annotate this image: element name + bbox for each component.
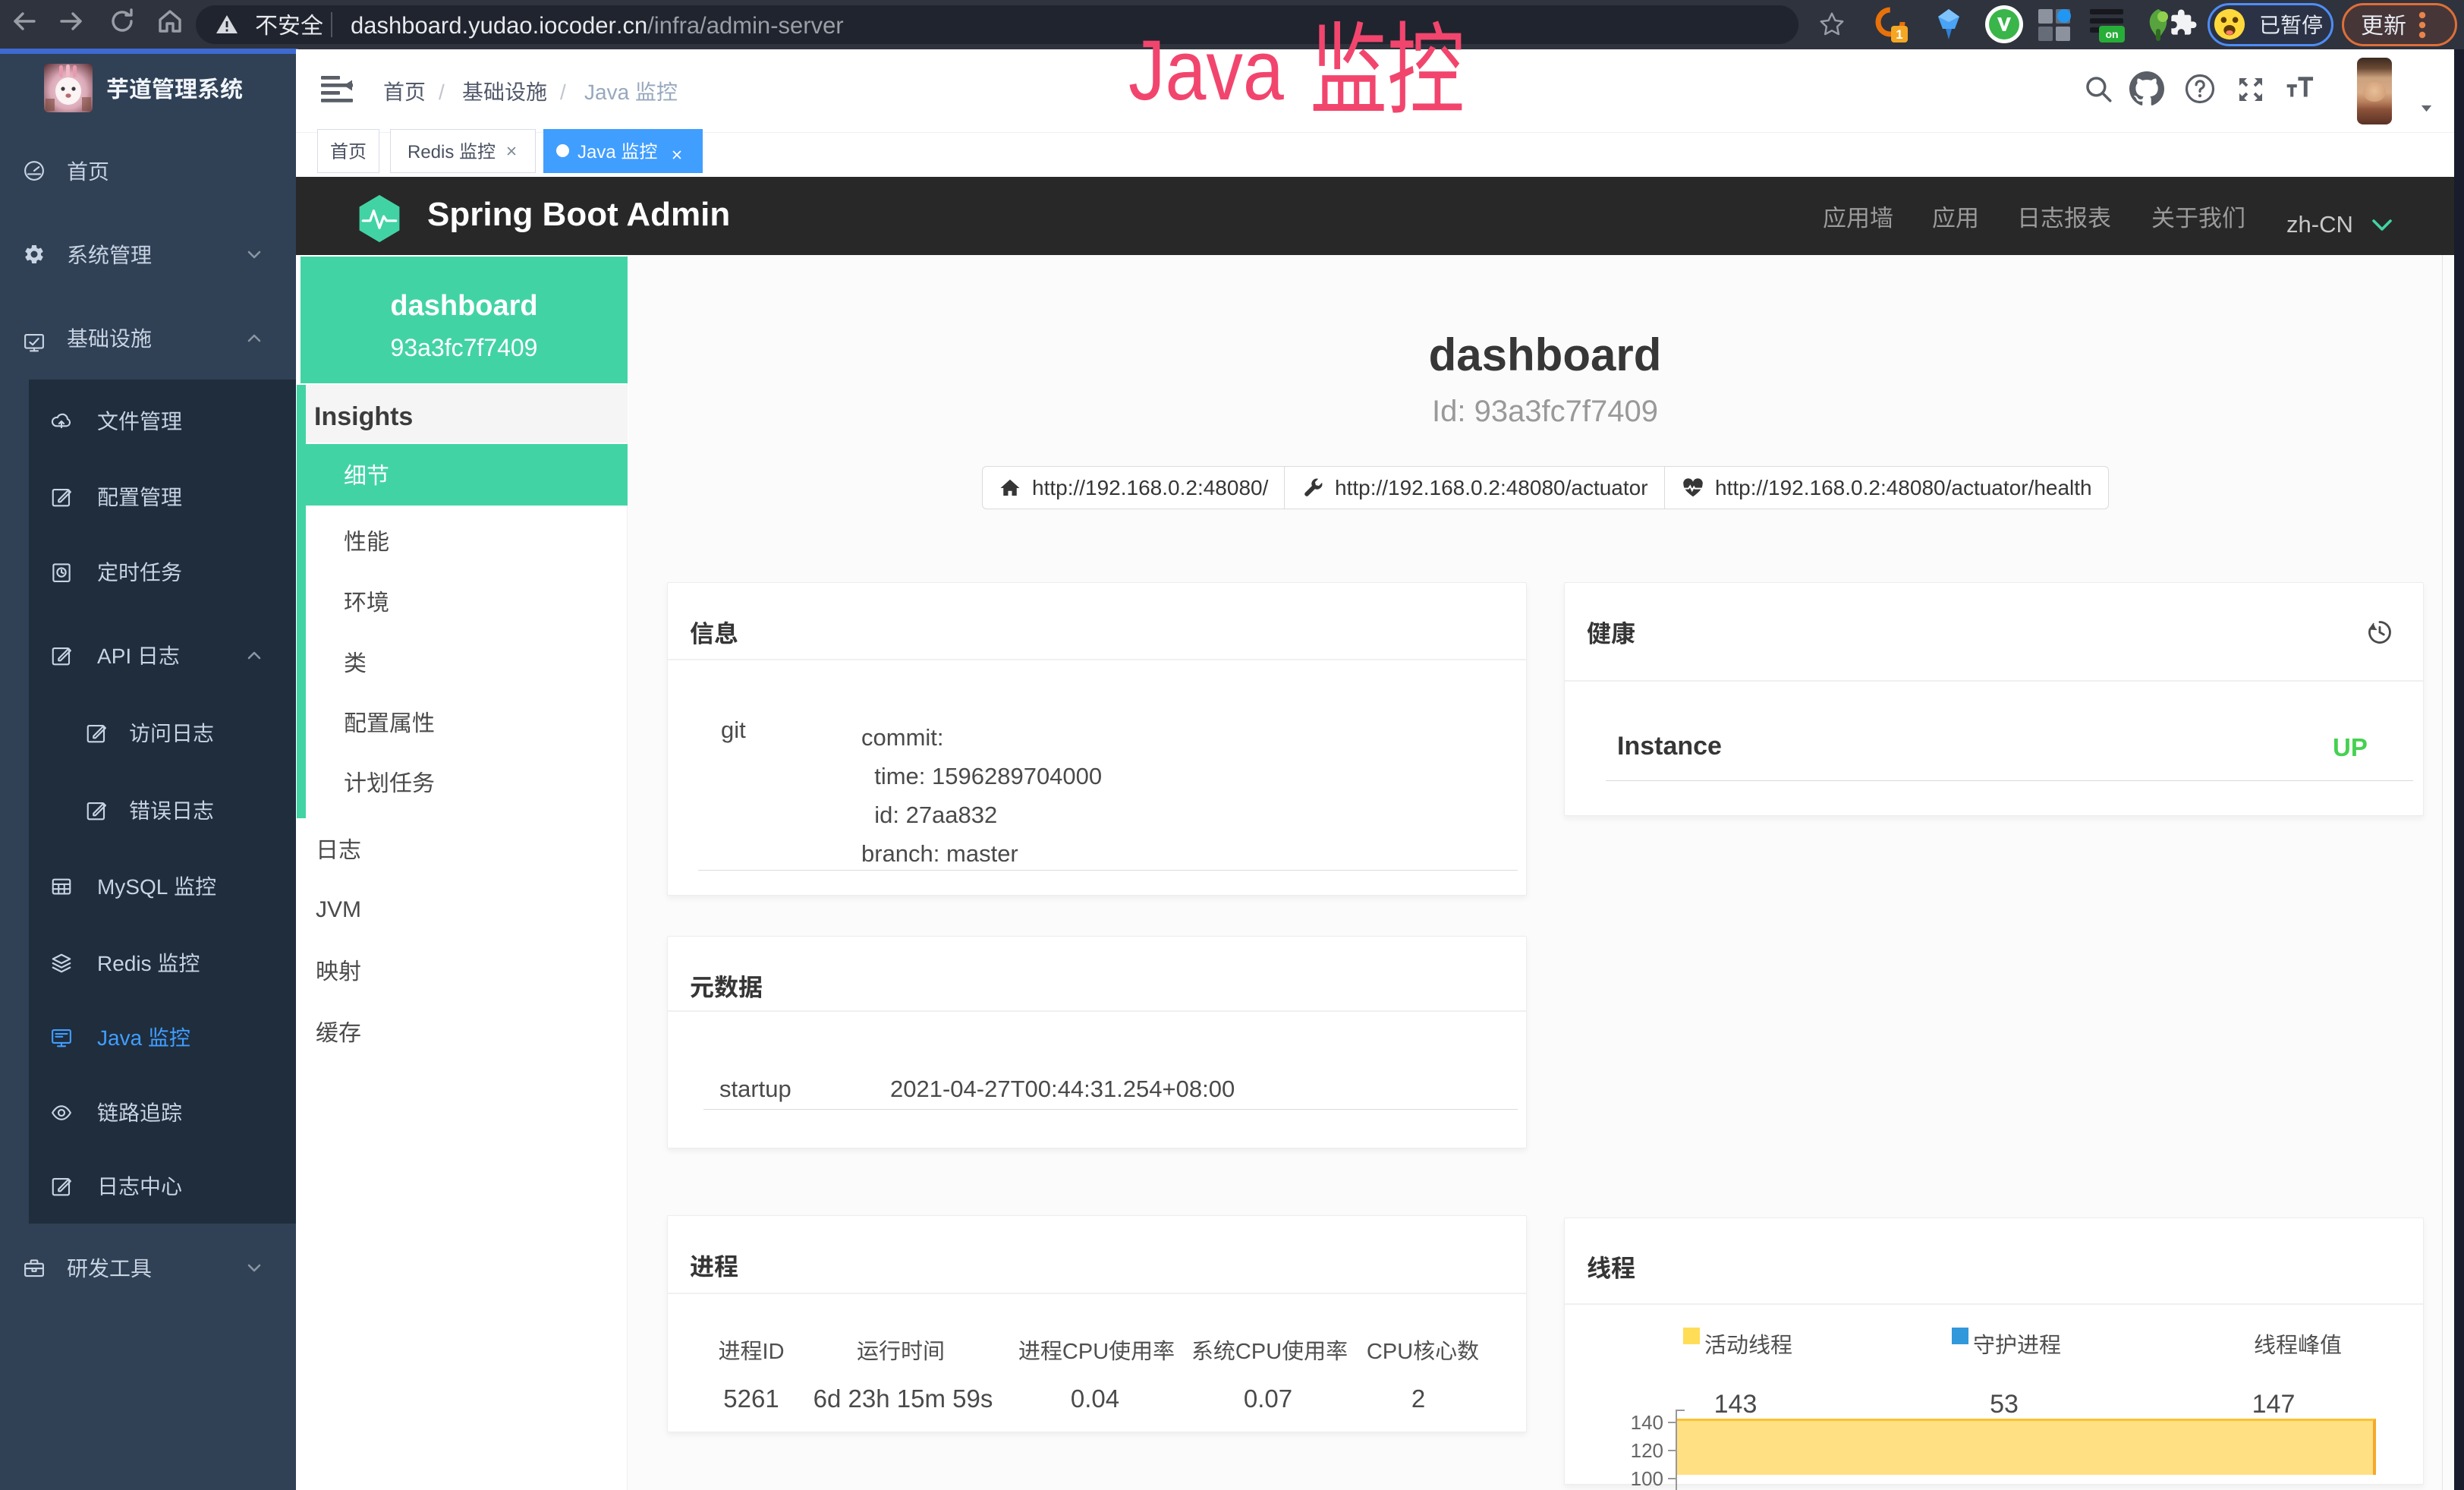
svg-text:on: on	[2105, 28, 2118, 40]
svg-text:1: 1	[1896, 27, 1902, 42]
